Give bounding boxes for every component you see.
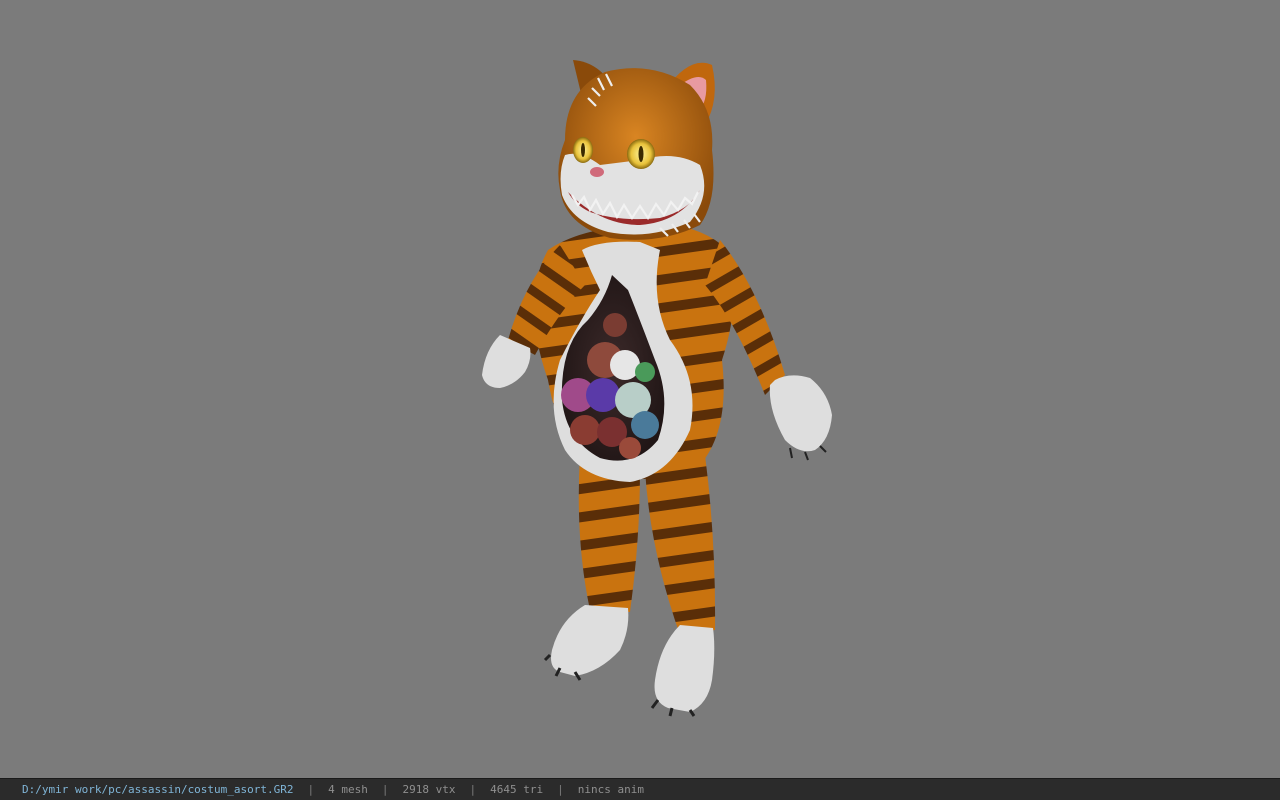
mesh-count: 4 mesh: [328, 783, 368, 796]
status-separator: |: [381, 783, 389, 796]
model-preview[interactable]: [0, 0, 1280, 778]
status-separator: |: [557, 783, 564, 796]
animation-status: nincs anim: [577, 783, 644, 796]
status-separator: |: [469, 783, 477, 796]
status-bar: D:/ymir work/pc/assassin/costum_asort.GR…: [0, 778, 1280, 800]
vertex-count: 2918 vtx: [402, 783, 456, 796]
3d-viewport[interactable]: [0, 0, 1280, 778]
file-path: D:/ymir work/pc/assassin/costum_asort.GR…: [22, 783, 294, 796]
triangle-count: 4645 tri: [490, 783, 544, 796]
head: [558, 60, 715, 240]
left-leg: [543, 455, 640, 681]
status-separator: |: [307, 783, 315, 796]
right-leg: [645, 455, 716, 717]
